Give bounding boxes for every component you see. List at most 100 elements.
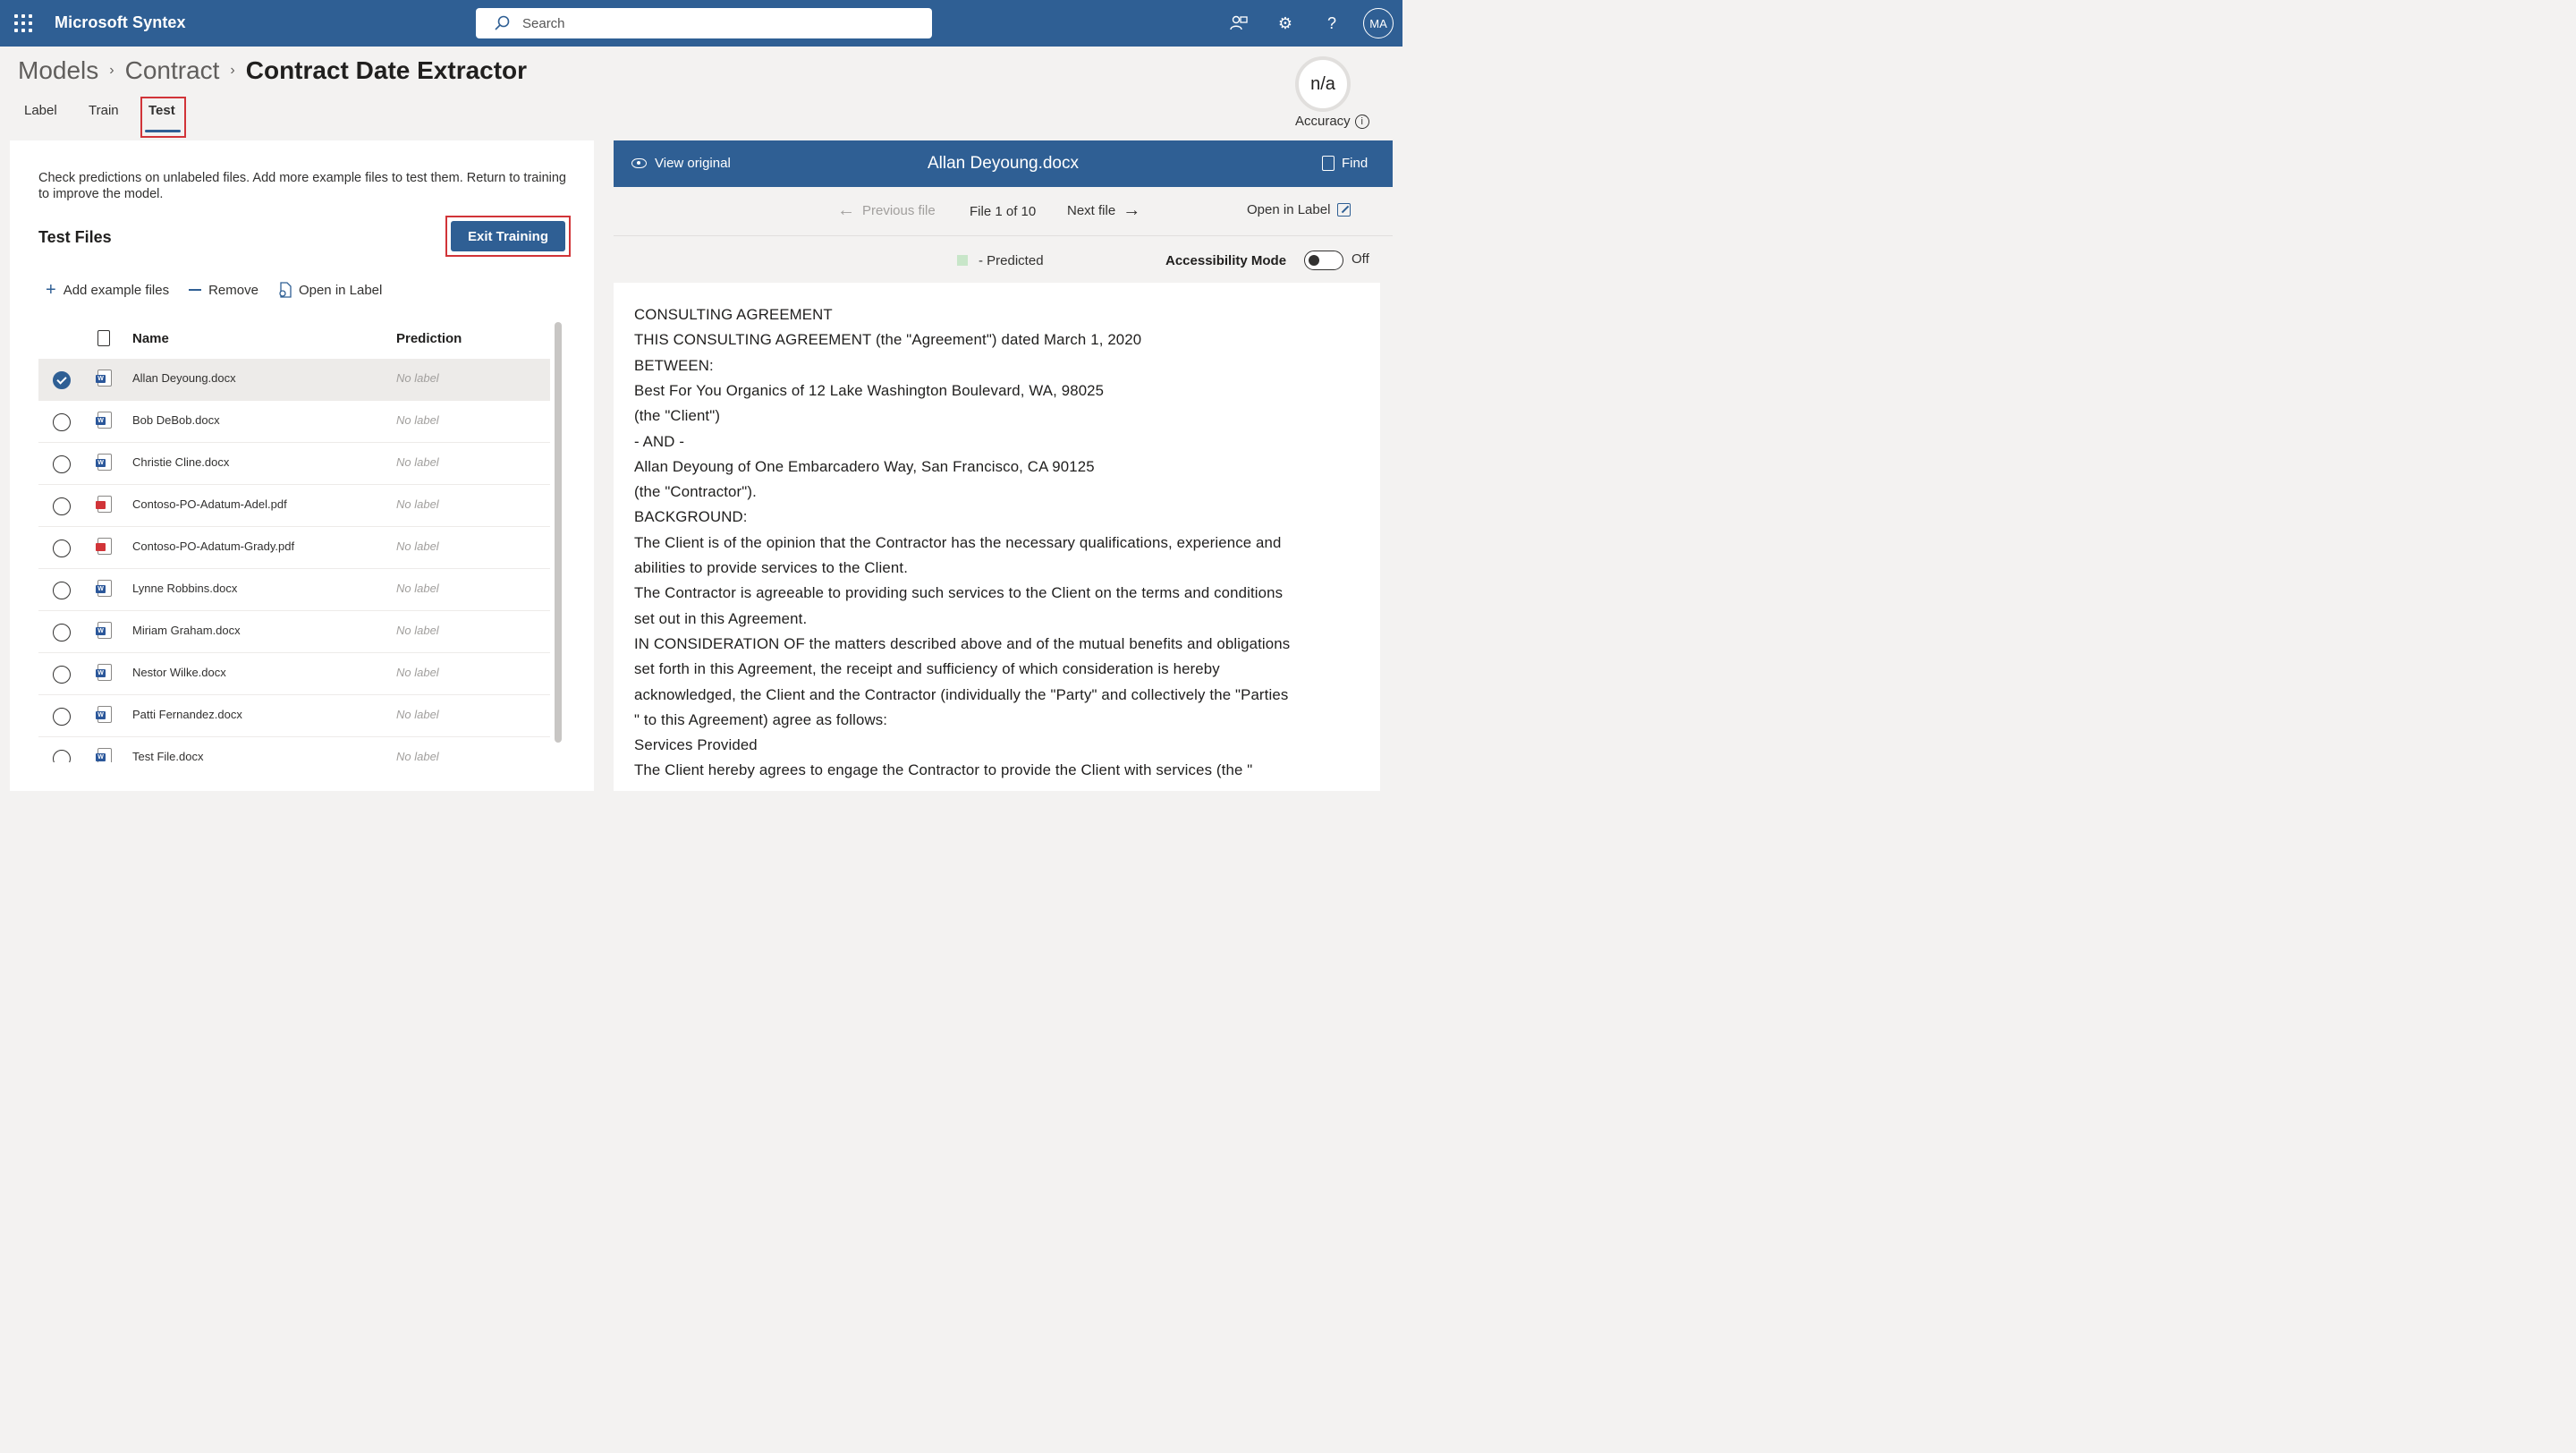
row-select-radio[interactable] — [53, 666, 71, 684]
row-select-radio[interactable] — [53, 582, 71, 599]
avatar[interactable]: MA — [1363, 8, 1394, 38]
active-tab-indicator — [145, 130, 181, 132]
word-badge-icon: W — [96, 417, 106, 425]
find-button[interactable]: Find — [1322, 156, 1368, 171]
file-name[interactable]: Christie Cline.docx — [132, 455, 229, 469]
word-file-icon: W — [96, 454, 112, 471]
document-line: THIS CONSULTING AGREEMENT (the "Agreemen… — [634, 331, 1142, 349]
document-line: - AND - — [634, 432, 685, 450]
accuracy-label-text: Accuracy — [1295, 114, 1351, 129]
file-prediction: No label — [396, 540, 439, 553]
file-name[interactable]: Contoso-PO-Adatum-Adel.pdf — [132, 497, 287, 511]
predicted-legend-label: - Predicted — [979, 253, 1044, 268]
table-row[interactable]: W Nestor Wilke.docx No label — [38, 653, 550, 695]
table-row[interactable]: W Bob DeBob.docx No label — [38, 401, 550, 443]
table-row[interactable]: W Christie Cline.docx No label — [38, 443, 550, 485]
open-in-label-link[interactable]: Open in Label — [1247, 202, 1352, 217]
help-icon[interactable]: ? — [1320, 12, 1343, 35]
row-select-radio[interactable] — [53, 497, 71, 515]
document-line: (the "Client") — [634, 407, 721, 425]
tab-train[interactable]: Train — [89, 103, 119, 118]
document-title: Allan Deyoung.docx — [928, 154, 1079, 173]
row-select-radio[interactable] — [53, 624, 71, 642]
document-line: set forth in this Agreement, the receipt… — [634, 660, 1220, 678]
app-title[interactable]: Microsoft Syntex — [55, 13, 186, 32]
file-prediction: No label — [396, 371, 439, 385]
people-icon[interactable] — [1227, 12, 1250, 35]
row-select-radio[interactable] — [53, 540, 71, 557]
pdf-file-icon — [96, 496, 112, 513]
app-launcher-icon[interactable] — [14, 14, 32, 32]
file-name[interactable]: Miriam Graham.docx — [132, 624, 241, 637]
breadcrumb-models[interactable]: Models — [18, 56, 98, 85]
open-in-label-button[interactable]: Open in Label — [278, 282, 382, 298]
find-icon — [1322, 156, 1335, 171]
file-prediction: No label — [396, 750, 439, 762]
previous-file-button[interactable]: ← Previous file — [837, 201, 936, 219]
toggle-state-label: Off — [1352, 251, 1369, 267]
row-select-radio[interactable] — [53, 750, 71, 762]
file-name[interactable]: Test File.docx — [132, 750, 203, 762]
column-header-prediction[interactable]: Prediction — [396, 331, 462, 346]
remove-button[interactable]: Remove — [189, 282, 258, 298]
document-line: The Client hereby agrees to engage the C… — [634, 761, 1253, 779]
command-bar: + Add example files Remove Open in Label — [46, 281, 402, 299]
remove-label: Remove — [208, 282, 258, 298]
file-name[interactable]: Contoso-PO-Adatum-Grady.pdf — [132, 540, 294, 553]
word-badge-icon: W — [96, 669, 106, 677]
add-example-files-label: Add example files — [63, 282, 170, 298]
exit-training-button[interactable]: Exit Training — [451, 221, 565, 251]
pdf-badge-icon — [96, 501, 106, 509]
legend-bar: - Predicted Accessibility Mode Off — [614, 235, 1393, 283]
add-example-files-button[interactable]: + Add example files — [46, 281, 170, 299]
settings-gear-icon[interactable]: ⚙ — [1274, 12, 1297, 35]
file-prediction: No label — [396, 413, 439, 427]
document-line: abilities to provide services to the Cli… — [634, 559, 909, 576]
search-input[interactable]: Search — [522, 16, 565, 31]
document-line: Best For You Organics of 12 Lake Washing… — [634, 381, 1105, 399]
files-table: Name Prediction W Allan Deyoung.docx No la… — [38, 319, 550, 762]
word-file-icon: W — [96, 370, 112, 387]
breadcrumb-contract[interactable]: Contract — [125, 56, 220, 85]
row-select-radio[interactable] — [53, 455, 71, 473]
document-line: acknowledged, the Client and the Contrac… — [634, 685, 1289, 703]
row-select-radio[interactable] — [53, 371, 71, 389]
search-box[interactable]: Search — [476, 8, 932, 38]
file-name[interactable]: Nestor Wilke.docx — [132, 666, 226, 679]
table-row[interactable]: W Allan Deyoung.docx No label — [38, 359, 550, 401]
file-name[interactable]: Lynne Robbins.docx — [132, 582, 237, 595]
file-name[interactable]: Patti Fernandez.docx — [132, 708, 242, 721]
document-scrollbar[interactable] — [1384, 283, 1391, 791]
table-row[interactable]: Contoso-PO-Adatum-Adel.pdf No label — [38, 485, 550, 527]
scrollbar[interactable] — [555, 322, 562, 743]
viewer-header: View original Allan Deyoung.docx Find — [614, 140, 1393, 187]
open-in-label-text: Open in Label — [298, 282, 383, 298]
open-in-label-link-text: Open in Label — [1247, 202, 1331, 217]
row-select-radio[interactable] — [53, 413, 71, 431]
file-name[interactable]: Allan Deyoung.docx — [132, 371, 236, 385]
file-prediction: No label — [396, 455, 439, 469]
table-header: Name Prediction — [38, 319, 550, 359]
file-prediction: No label — [396, 666, 439, 679]
row-select-radio[interactable] — [53, 708, 71, 726]
chevron-right-icon: › — [230, 63, 235, 78]
table-row[interactable]: W Lynne Robbins.docx No label — [38, 569, 550, 611]
next-file-button[interactable]: Next file → — [1067, 200, 1141, 220]
table-row[interactable]: W Miriam Graham.docx No label — [38, 611, 550, 653]
column-header-name[interactable]: Name — [132, 331, 169, 346]
accessibility-mode-toggle[interactable] — [1304, 251, 1343, 270]
pdf-badge-icon — [96, 543, 106, 551]
word-badge-icon: W — [96, 627, 106, 635]
arrow-right-icon: → — [1123, 200, 1141, 220]
file-name[interactable]: Bob DeBob.docx — [132, 413, 220, 427]
file-type-icon — [97, 330, 110, 346]
document-line: The Contractor is agreeable to providing… — [634, 584, 1284, 602]
document-line: (the "Contractor"). — [634, 483, 757, 501]
word-badge-icon: W — [96, 375, 106, 383]
table-row[interactable]: W Test File.docx No label — [38, 737, 550, 762]
tab-label[interactable]: Label — [24, 103, 57, 118]
table-row[interactable]: W Patti Fernandez.docx No label — [38, 695, 550, 737]
table-row[interactable]: Contoso-PO-Adatum-Grady.pdf No label — [38, 527, 550, 569]
info-icon[interactable]: i — [1354, 114, 1369, 129]
word-file-icon: W — [96, 706, 112, 723]
